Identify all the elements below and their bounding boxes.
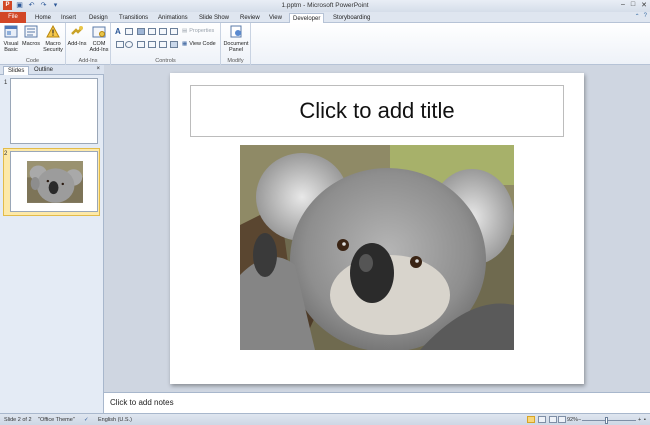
scrollbar-control-icon[interactable] (148, 28, 156, 35)
checkbox-control-icon[interactable] (116, 41, 124, 48)
properties-button[interactable]: ▤ Properties (182, 28, 214, 34)
tab-outline[interactable]: Outline (30, 66, 57, 75)
com-addins-icon (92, 26, 106, 38)
zoom-slider-track[interactable] (582, 420, 636, 421)
slide-number-1: 1 (4, 80, 8, 86)
com-addins-button[interactable]: COM Add-Ins (88, 25, 110, 53)
maximize-icon[interactable]: □ (631, 1, 635, 9)
slide-canvas[interactable]: Click to add title (170, 73, 584, 384)
zoom-level[interactable]: 92% (567, 417, 578, 423)
slide-sorter-view-icon[interactable] (538, 416, 546, 423)
reading-view-icon[interactable] (549, 416, 557, 423)
listbox-control-icon[interactable] (159, 28, 167, 35)
group-addins: Add-Ins COM Add-Ins Add-Ins (66, 23, 111, 65)
group-controls-label: Controls (155, 58, 176, 64)
addins-button[interactable]: Add-Ins (67, 25, 87, 47)
normal-view-icon[interactable] (527, 416, 535, 423)
macros-button[interactable]: Macros (21, 25, 41, 47)
tab-slide-show[interactable]: Slide Show (196, 13, 232, 23)
tab-slides[interactable]: Slides (3, 66, 30, 75)
pane-close-icon[interactable]: × (96, 66, 100, 72)
title-placeholder[interactable]: Click to add title (190, 85, 564, 137)
tab-home[interactable]: Home (32, 13, 54, 23)
tab-transitions[interactable]: Transitions (116, 13, 151, 23)
command-button-control-icon[interactable] (159, 41, 167, 48)
tab-developer[interactable]: Developer (289, 13, 325, 23)
group-modify-label: Modify (227, 58, 244, 64)
toggle-button-control-icon[interactable] (137, 41, 145, 48)
title-bar: P ▣ ↶ ↷ ▾ 1.pptm - Microsoft PowerPoint … (0, 0, 650, 12)
theme-name[interactable]: "Office Theme" (38, 417, 75, 423)
macros-icon (24, 25, 38, 38)
help-icon[interactable]: ? (644, 13, 647, 20)
minimize-ribbon-icon[interactable]: ⌃ (635, 13, 640, 20)
group-controls: A ▤ Properties ▦ View Code Controls (111, 23, 221, 65)
tab-file[interactable]: File (0, 12, 26, 23)
tab-review[interactable]: Review (237, 13, 263, 23)
visual-basic-button[interactable]: Visual Basic (2, 25, 20, 53)
window-controls: – □ ✕ (621, 1, 647, 9)
properties-icon: ▤ (182, 28, 188, 34)
addins-icon (71, 26, 83, 35)
slides-pane: Slides Outline × 1 2 (0, 65, 104, 413)
slide-thumbnail-2[interactable] (10, 151, 98, 212)
tab-storyboarding[interactable]: Storyboarding (330, 13, 373, 23)
combobox-control-icon[interactable] (148, 41, 156, 48)
status-bar: Slide 2 of 2 "Office Theme" ✓ English (U… (0, 413, 650, 425)
label-control-icon[interactable]: A (115, 27, 121, 36)
ribbon-tabs: File Home Insert Design Transitions Anim… (0, 12, 650, 23)
ribbon: Visual Basic Macros Macro Security Code … (0, 23, 650, 65)
macro-security-button[interactable]: Macro Security (42, 24, 64, 53)
spellcheck-icon[interactable]: ✓ (84, 417, 89, 423)
zoom-slider-thumb[interactable] (604, 417, 608, 424)
option-button-control-icon[interactable] (125, 41, 133, 48)
zoom-out-icon[interactable]: − (578, 417, 581, 423)
language-indicator[interactable]: English (U.S.) (98, 417, 132, 423)
document-panel-button[interactable]: Document Panel (223, 25, 249, 53)
document-panel-icon (230, 25, 242, 38)
close-icon[interactable]: ✕ (641, 1, 647, 9)
textbox-control-icon[interactable] (125, 28, 133, 35)
view-code-icon: ▦ (182, 41, 188, 47)
window-title: 1.pptm - Microsoft PowerPoint (281, 2, 369, 9)
tab-view[interactable]: View (266, 13, 285, 23)
group-modify: Document Panel Modify (221, 23, 251, 65)
warning-icon (46, 24, 60, 38)
minimize-icon[interactable]: – (621, 1, 625, 9)
notes-pane[interactable]: Click to add notes (104, 392, 650, 413)
image-control-icon[interactable] (137, 28, 145, 35)
pane-tabs: Slides Outline × (0, 65, 104, 75)
tab-insert[interactable]: Insert (58, 13, 79, 23)
fit-to-window-icon[interactable]: ▪ (644, 417, 646, 423)
tab-animations[interactable]: Animations (155, 13, 191, 23)
view-code-button[interactable]: ▦ View Code (182, 41, 216, 47)
koala-picture[interactable] (240, 145, 514, 350)
tab-design[interactable]: Design (86, 13, 111, 23)
spin-control-icon[interactable] (170, 28, 178, 35)
slide-show-view-icon[interactable] (558, 416, 566, 423)
slide-indicator: Slide 2 of 2 (4, 417, 32, 423)
notes-placeholder[interactable]: Click to add notes (110, 398, 174, 407)
slide-edit-area: Click to add title (104, 65, 650, 392)
group-code: Visual Basic Macros Macro Security Code (0, 23, 66, 65)
slide-thumbnail-1[interactable] (10, 78, 98, 144)
group-addins-label: Add-Ins (78, 58, 98, 64)
zoom-in-icon[interactable]: + (638, 417, 641, 423)
koala-image (240, 145, 514, 350)
more-controls-icon[interactable] (170, 41, 178, 48)
visual-basic-icon (4, 25, 18, 38)
group-code-label: Code (25, 58, 40, 64)
koala-thumbnail-image (27, 161, 83, 203)
slide-number-2: 2 (4, 151, 8, 157)
ribbon-tab-icons: ⌃ ? (635, 13, 647, 20)
